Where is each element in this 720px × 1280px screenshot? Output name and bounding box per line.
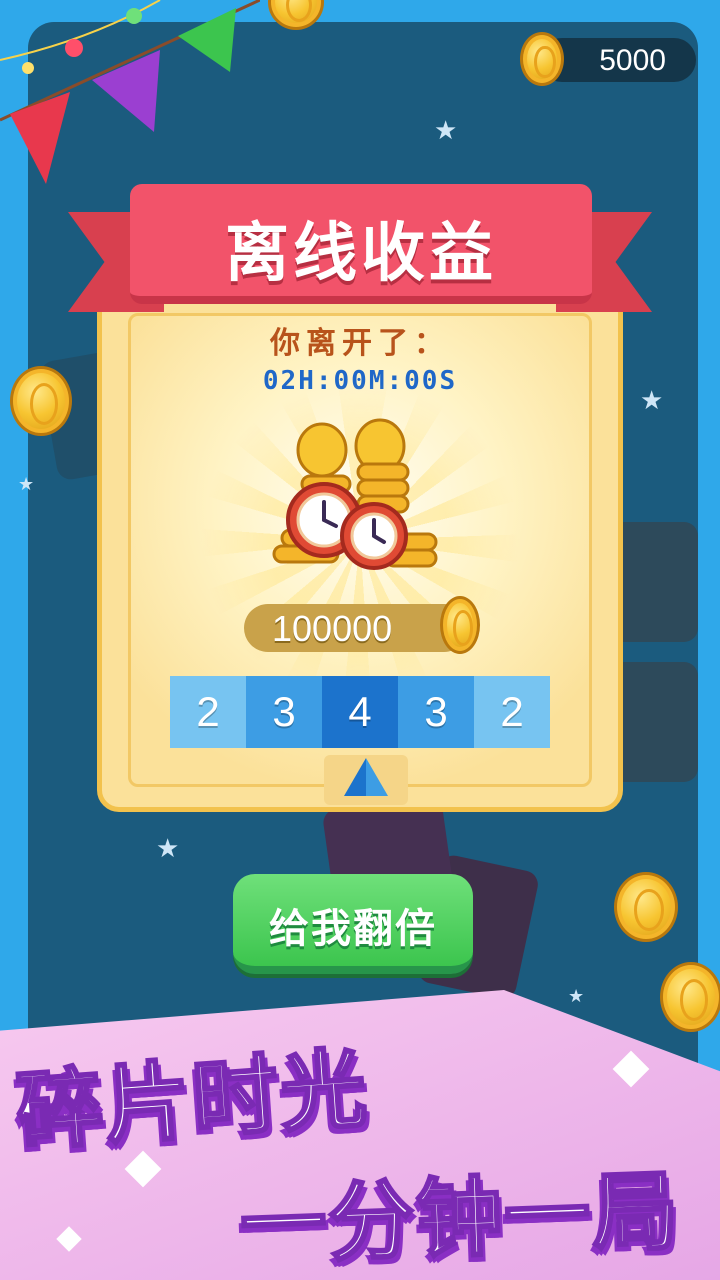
- star-decoration: ★: [640, 386, 664, 416]
- party-bunting-decoration: [0, 0, 260, 184]
- promo-slogan-line1: 碎片时光: [12, 1037, 373, 1164]
- multiplier-cell: 2: [474, 676, 550, 748]
- coin-icon: [614, 872, 678, 942]
- coins-clock-reward-icon: [272, 418, 438, 570]
- coin-counter-value: 5000: [599, 44, 666, 77]
- star-decoration: ★: [18, 474, 35, 495]
- dialog-title: 离线收益: [225, 217, 497, 291]
- star-decoration: ★: [156, 834, 180, 864]
- coin-icon: [440, 596, 480, 654]
- multiplier-cell: 3: [398, 676, 474, 748]
- promo-slogan-line2: 一分钟一局: [237, 1160, 683, 1278]
- coin-icon: [520, 32, 564, 86]
- multiplier-strip: 2 3 4 3 2: [170, 676, 550, 748]
- multiplier-cell-selected: 4: [322, 676, 398, 748]
- star-decoration: ★: [434, 116, 458, 146]
- multiplier-cell: 2: [170, 676, 246, 748]
- reward-amount: 100000: [272, 608, 393, 649]
- double-reward-button-label: 给我翻倍: [269, 906, 437, 952]
- coin-icon: [10, 366, 72, 436]
- double-reward-button[interactable]: 给我翻倍: [233, 874, 473, 974]
- reward-amount-pill: 100000: [244, 604, 468, 652]
- coin-icon: [660, 962, 720, 1032]
- star-decoration: ★: [568, 986, 585, 1007]
- multiplier-cell: 3: [246, 676, 322, 748]
- time-away-label: 你离开了：: [270, 326, 450, 361]
